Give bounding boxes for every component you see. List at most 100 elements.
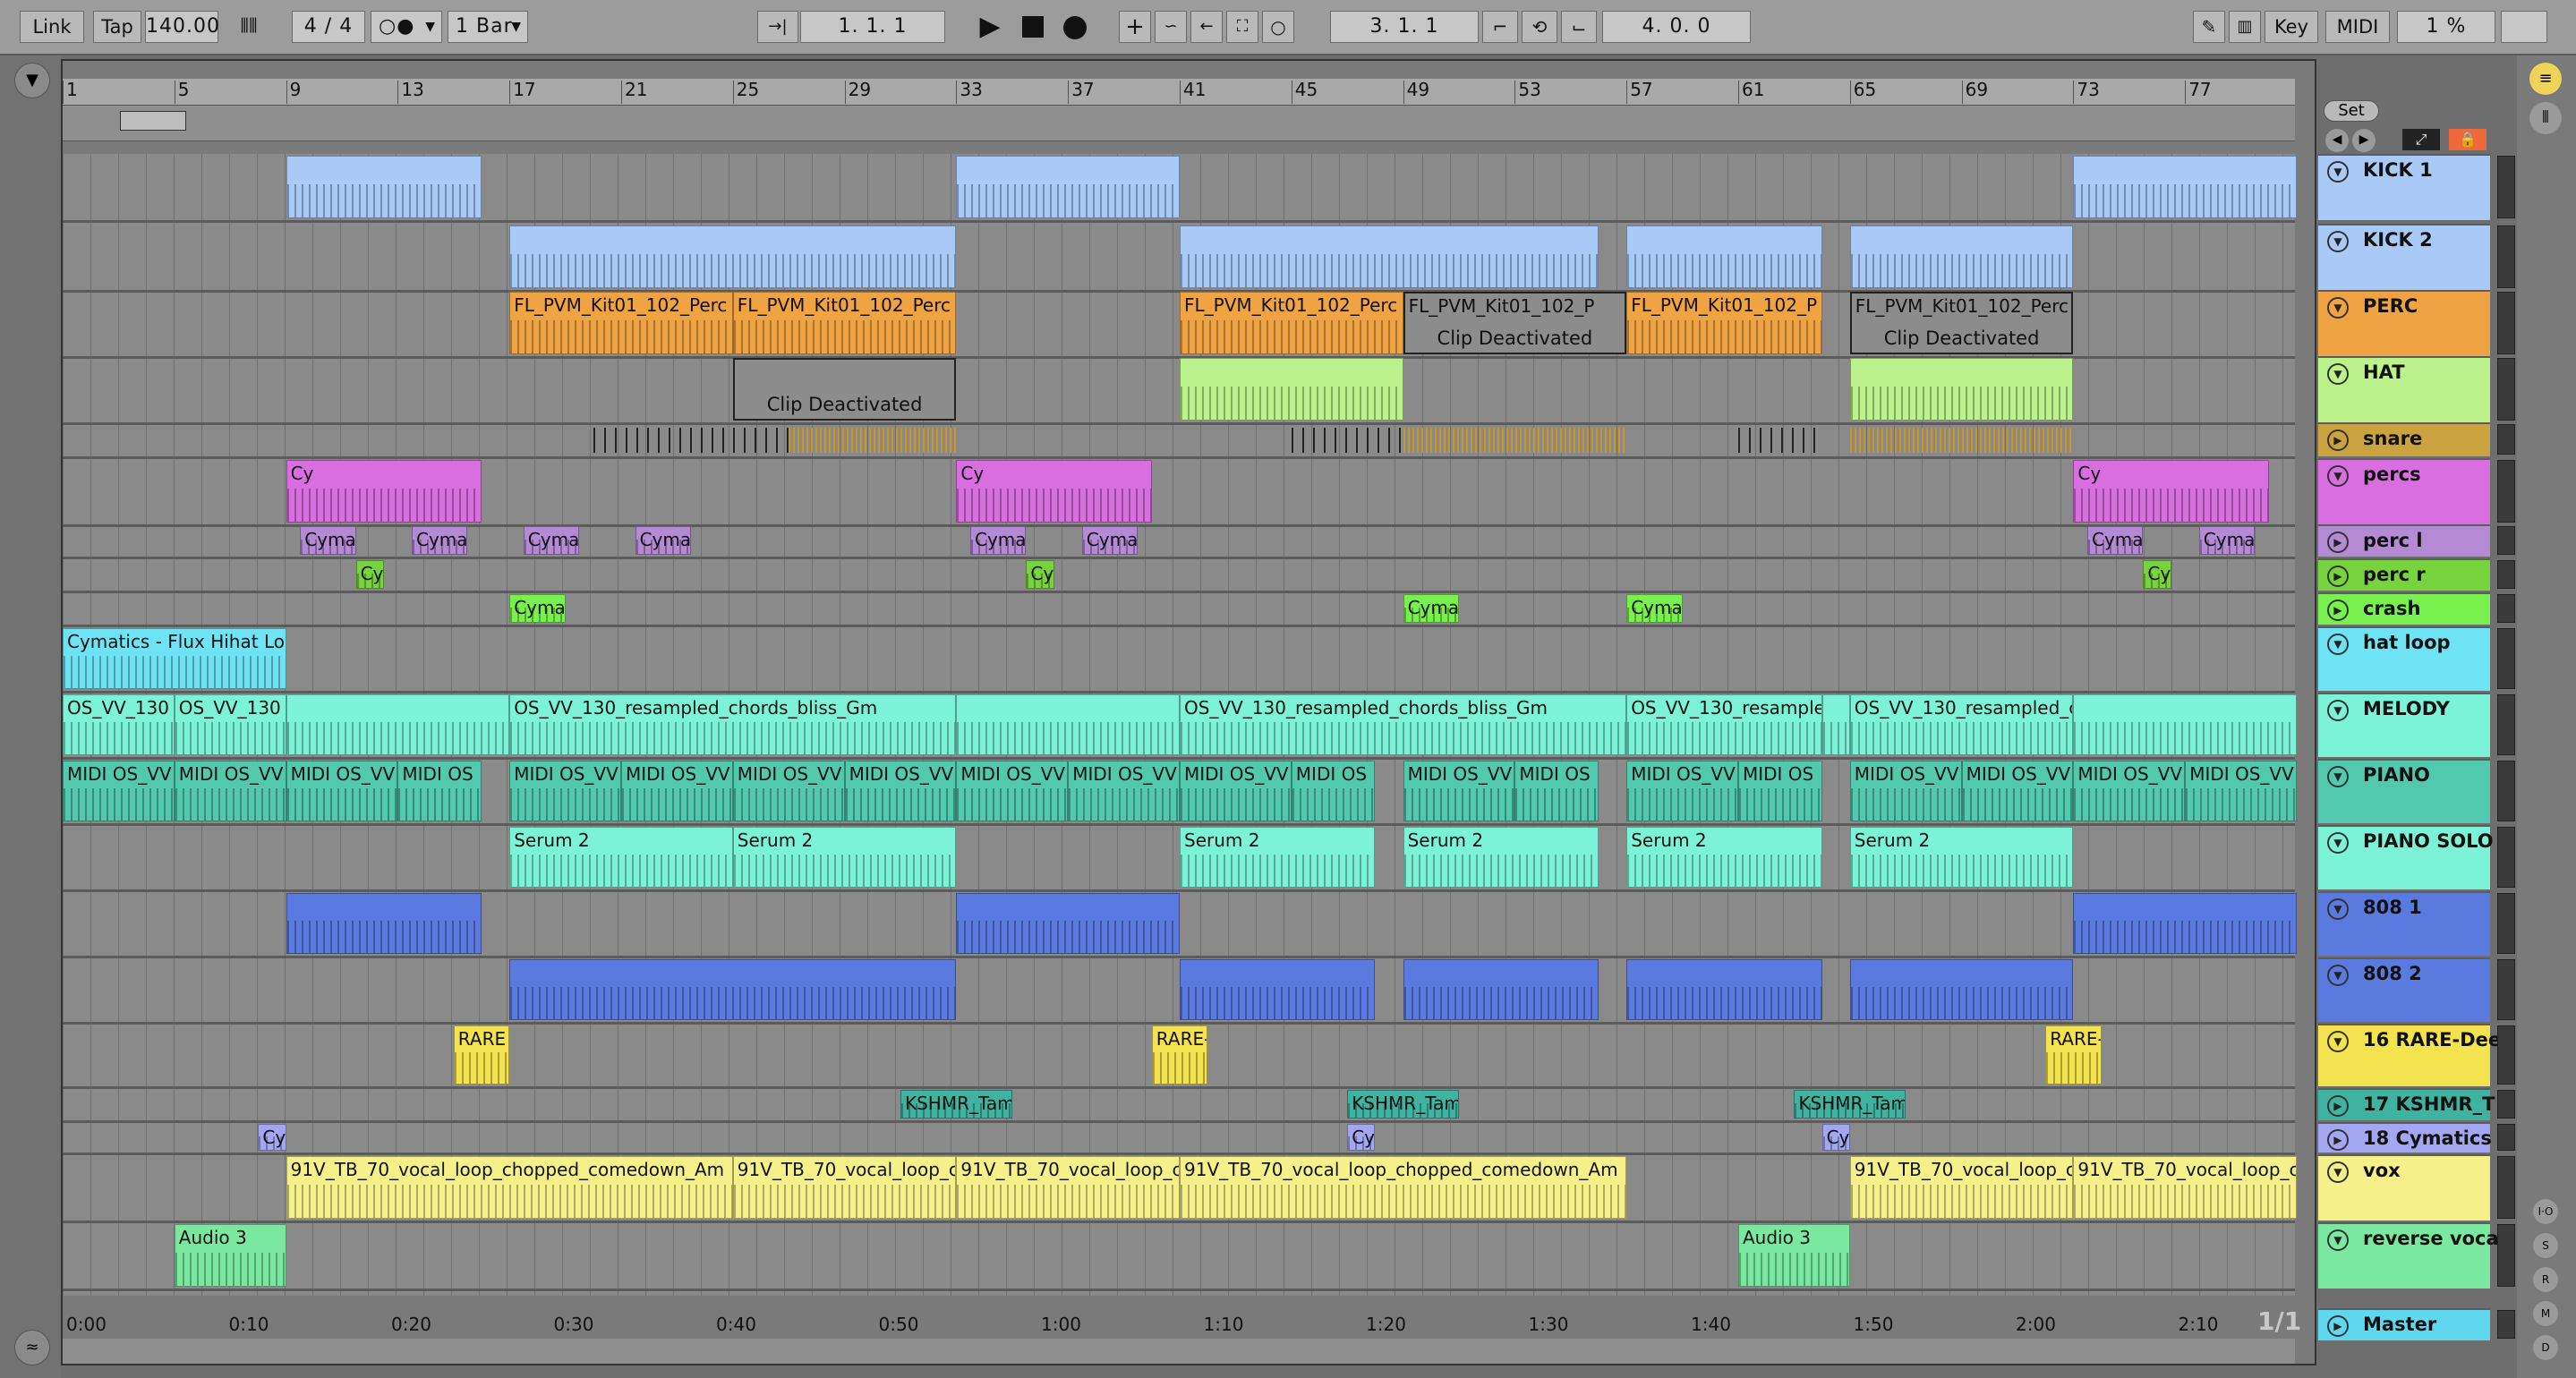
clip[interactable] — [1849, 959, 2074, 1020]
capture-icon[interactable]: ⛶ — [1226, 11, 1258, 43]
clip[interactable]: OS_VV_130 — [63, 694, 175, 755]
clip[interactable]: RARE- — [1151, 1025, 1208, 1085]
clip[interactable] — [956, 694, 1180, 755]
lock-icon[interactable]: 🔒 — [2449, 129, 2486, 150]
loop-length-field[interactable]: 4. 0. 0 — [1602, 11, 1751, 43]
clip[interactable] — [509, 959, 957, 1020]
back-to-arrangement-icon[interactable]: ← — [1190, 11, 1223, 43]
loop-brace-bar[interactable] — [63, 106, 2295, 141]
fold-toggle-icon[interactable]: ▶ — [2327, 600, 2349, 621]
play-icon[interactable]: ▶ — [972, 9, 1008, 45]
clip[interactable] — [1626, 225, 1822, 288]
clip[interactable]: Cymat — [300, 526, 356, 555]
track-header[interactable]: ▼ HAT — [2318, 356, 2490, 422]
track-header[interactable]: ▼ KICK 1 — [2318, 154, 2490, 220]
clip[interactable]: KSHMR_Tam — [1794, 1090, 1906, 1119]
clip[interactable]: Cy — [1026, 560, 1054, 589]
clip[interactable]: 91V_TB_70_vocal_loop_chopped_comedown_Am — [286, 1156, 733, 1219]
track-header[interactable]: ▶ perc r — [2318, 558, 2490, 591]
clip[interactable] — [1403, 959, 1599, 1020]
clip[interactable] — [1821, 694, 1850, 755]
fold-toggle-icon[interactable]: ▶ — [2327, 532, 2349, 553]
clip[interactable]: Cymat — [970, 526, 1027, 555]
browser-toggle-icon[interactable]: ▼ — [14, 63, 50, 98]
track-header[interactable]: ▶ 18 Cymatics - — [2318, 1122, 2506, 1153]
clip[interactable]: KSHMR_Tam — [1347, 1090, 1459, 1119]
clip[interactable]: 91V_TB_70_vocal_loop_c — [732, 1156, 957, 1219]
clip[interactable]: MIDI OS_VV — [2185, 761, 2297, 821]
automation-arm-icon[interactable]: ∽ — [1155, 11, 1187, 43]
clip[interactable]: MIDI OS — [1738, 761, 1822, 821]
clip[interactable] — [509, 225, 957, 288]
clip[interactable]: FL_PVM_Kit01_102_Perc — [732, 292, 957, 354]
clip[interactable]: Serum 2 — [1403, 827, 1599, 888]
draw-mode-icon[interactable]: ✎ — [2193, 11, 2225, 43]
fold-toggle-icon[interactable]: ▶ — [2327, 566, 2349, 587]
clip[interactable]: Serum 2 — [509, 827, 733, 888]
fold-toggle-icon[interactable]: ▼ — [2327, 465, 2349, 487]
fold-toggle-icon[interactable]: ▼ — [2327, 1161, 2349, 1183]
fold-toggle-icon[interactable]: ▶ — [2327, 430, 2349, 451]
clip[interactable]: MIDI OS_VV — [1961, 761, 2074, 821]
fold-toggle-icon[interactable]: ▼ — [2327, 898, 2349, 920]
track-header[interactable]: ▼ MELODY — [2318, 693, 2490, 757]
clip[interactable]: MIDI OS — [397, 761, 482, 821]
fold-toggle-icon[interactable]: ▼ — [2327, 297, 2349, 319]
fold-toggle-icon[interactable]: ▶ — [2327, 1095, 2349, 1117]
fold-toggle-icon[interactable]: ▼ — [2327, 766, 2349, 787]
clip[interactable]: MIDI OS_VV — [1849, 761, 1962, 821]
clip[interactable]: MIDI OS_VV — [1403, 761, 1515, 821]
clip[interactable]: Cymat — [1403, 594, 1459, 623]
clip[interactable] — [1180, 225, 1599, 288]
nudge-icon[interactable]: ⦀⦀ — [222, 9, 276, 45]
clip[interactable]: MIDI OS_VV — [621, 761, 733, 821]
clip[interactable] — [2073, 156, 2297, 218]
clip[interactable]: FL_PVM_Kit01_102_Perc — [509, 292, 733, 354]
clip[interactable]: OS_VV_130_resample — [1626, 694, 1822, 755]
time-signature-field[interactable]: 4 / 4 — [292, 11, 365, 43]
time-ruler[interactable]: 0:00 0:10 0:20 0:30 0:40 0:50 1:00 1:10 1:20 1:30… — [63, 1312, 2295, 1339]
key-map-button[interactable]: Key — [2265, 11, 2318, 43]
fold-toggle-icon[interactable]: ▼ — [2327, 634, 2349, 655]
track-header[interactable]: ▼ KICK 2 — [2318, 224, 2490, 290]
keyboard-icon[interactable]: ▥ — [2229, 11, 2261, 43]
expand-icon[interactable]: ⤢ — [2402, 129, 2440, 150]
snare-hits[interactable] — [1849, 428, 2074, 453]
clip[interactable]: MIDI OS_VV — [174, 761, 286, 821]
clip[interactable]: Serum 2 — [732, 827, 957, 888]
track-header[interactable]: ▶ Master — [2318, 1308, 2490, 1340]
midi-map-button[interactable]: MIDI — [2325, 11, 2390, 43]
track-header[interactable]: ▶ 17 KSHMR_T — [2318, 1088, 2495, 1120]
clip[interactable]: Cy — [956, 460, 1152, 523]
clip[interactable]: FL_PVM_Kit01_102_P — [1626, 292, 1822, 354]
overdub-icon[interactable]: + — [1119, 11, 1151, 43]
returns-icon[interactable]: R — [2533, 1267, 2558, 1292]
stop-icon[interactable] — [1022, 16, 1044, 38]
track-header[interactable]: ▼ reverse vocal — [2318, 1222, 2505, 1289]
snare-hits[interactable] — [593, 428, 789, 453]
next-locator-icon[interactable]: ▶ — [2352, 129, 2376, 152]
clip[interactable]: Cymatics - Flux Hihat Loo — [63, 628, 286, 689]
clip[interactable]: Cymat — [1081, 526, 1139, 555]
clip[interactable]: OS_VV_130_resampled_chords_bliss_Gm — [1180, 694, 1627, 755]
clip[interactable]: MIDI OS_VV — [509, 761, 621, 821]
beat-ruler[interactable]: 1 5 9 13 17 21 25 29 33 37 41 45 49 53 57 61 65 69 73 77 — [63, 79, 2295, 106]
track-header[interactable]: ▼ PIANO — [2318, 759, 2490, 823]
io-icon[interactable]: I·O — [2533, 1199, 2558, 1224]
fold-toggle-icon[interactable]: ▶ — [2327, 1315, 2349, 1337]
clip[interactable]: Audio 3 — [174, 1224, 286, 1287]
clip[interactable]: MIDI OS_VV — [63, 761, 175, 821]
track-header[interactable]: ▼ percs — [2318, 458, 2490, 524]
clip[interactable] — [1180, 959, 1376, 1020]
deactivated-clip[interactable]: Clip Deactivated — [732, 358, 957, 421]
track-header[interactable]: ▼ 808 2 — [2318, 957, 2490, 1022]
quantize-select[interactable]: 1 Bar ▼ — [448, 11, 528, 43]
track-header[interactable]: ▼ 808 1 — [2318, 891, 2490, 956]
track-header[interactable]: ▶ crash — [2318, 592, 2490, 625]
clip[interactable]: KSHMR_Tam — [900, 1090, 1012, 1119]
clip[interactable]: OS_VV_130 — [174, 694, 286, 755]
clip[interactable]: Cy — [355, 560, 384, 589]
clip[interactable]: MIDI OS_VV — [1180, 761, 1292, 821]
arrangement-position-field[interactable]: 1. 1. 1 — [800, 11, 945, 43]
clip[interactable]: Cymat — [2198, 526, 2256, 555]
